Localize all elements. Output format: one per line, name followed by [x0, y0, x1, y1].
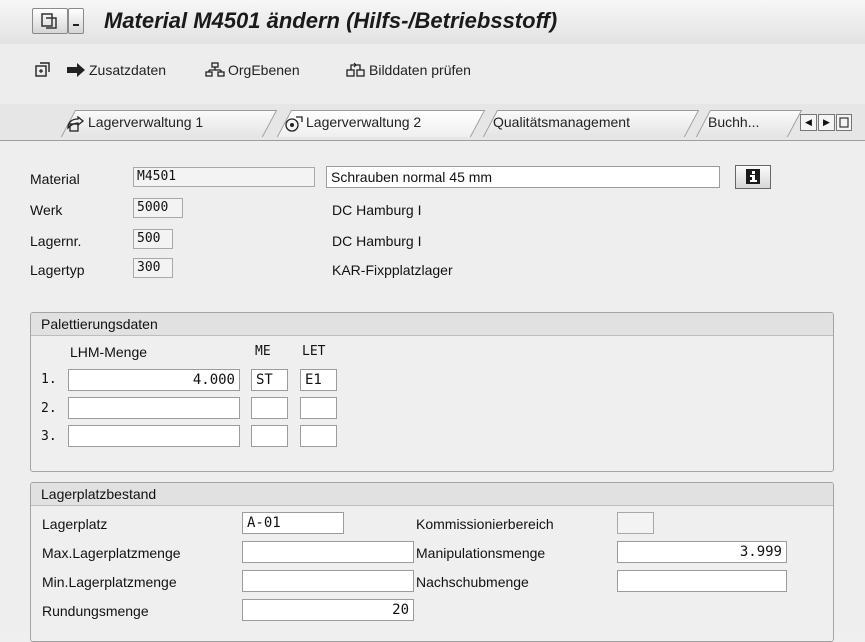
manipulationsmenge-label: Manipulationsmenge [416, 545, 546, 561]
me-input[interactable] [251, 397, 288, 419]
group-title: Lagerplatzbestand [31, 483, 833, 506]
werk-description: DC Hamburg I [332, 202, 422, 218]
let-input[interactable] [300, 425, 337, 447]
manipulationsmenge-input[interactable]: 3.999 [617, 541, 787, 563]
kommissionierbereich-label: Kommissionierbereich [416, 516, 554, 532]
max-lagerplatzmenge-input[interactable] [242, 541, 414, 563]
info-button[interactable] [735, 165, 771, 189]
rundungsmenge-label: Rundungsmenge [42, 603, 149, 619]
info-icon [746, 169, 760, 184]
nachschubmenge-label: Nachschubmenge [416, 574, 529, 590]
other-material-button[interactable] [34, 62, 55, 82]
check-screen-data-icon [346, 62, 365, 77]
let-input[interactable]: E1 [300, 369, 337, 391]
min-lagerplatzmenge-input[interactable] [242, 570, 414, 592]
lagernr-description: DC Hamburg I [332, 233, 422, 249]
system-menu-button[interactable] [32, 8, 68, 34]
tab-scroll-right-button[interactable]: ▶ [818, 114, 835, 131]
me-input[interactable] [251, 425, 288, 447]
rundungsmenge-input[interactable]: 20 [242, 599, 414, 621]
lagertyp-description: KAR-Fixpplatzlager [332, 262, 453, 278]
werk-value: 5000 [133, 198, 183, 218]
tab-icon-2 [284, 116, 304, 135]
lagertyp-label: Lagertyp [30, 262, 85, 278]
min-lagerplatzmenge-label: Min.Lagerplatzmenge [42, 574, 177, 590]
row-number: 1. [41, 372, 57, 387]
kommissionierbereich-field [617, 512, 654, 534]
me-input[interactable]: ST [251, 369, 288, 391]
tab-label: Qualitätsmanagement [493, 114, 630, 130]
max-lagerplatzmenge-label: Max.Lagerplatzmenge [42, 545, 181, 561]
lagernr-label: Lagernr. [30, 233, 82, 249]
nachschubmenge-input[interactable] [617, 570, 787, 592]
tab-page-icon [67, 115, 85, 132]
tab-scroll-left-button[interactable]: ◀ [800, 114, 817, 131]
orgebenen-button[interactable]: OrgEbenen [205, 62, 300, 82]
palettierungsdaten-group: Palettierungsdaten [30, 312, 834, 472]
zusatzdaten-button[interactable]: Zusatzdaten [66, 62, 166, 82]
tab-list-button[interactable] [836, 114, 852, 131]
window-dropdown-button[interactable] [68, 8, 84, 34]
column-header-me: ME [255, 344, 271, 359]
material-label: Material [30, 171, 80, 187]
tab-label: Lagerverwaltung 2 [306, 114, 422, 130]
group-title: Palettierungsdaten [31, 313, 833, 336]
tab-label: Lagerverwaltung 1 [88, 114, 204, 130]
row-number: 2. [41, 401, 57, 416]
lagertyp-value: 300 [133, 258, 173, 278]
lagerplatz-input[interactable]: A-01 [242, 512, 344, 534]
lhm-menge-input[interactable] [68, 425, 240, 447]
bilddaten-pruefen-button[interactable]: Bilddaten prüfen [346, 62, 471, 82]
bilddaten-label: Bilddaten prüfen [369, 62, 471, 78]
org-hierarchy-icon [205, 62, 225, 77]
system-menu-icon [41, 13, 57, 29]
triangle-right-icon: ▶ [823, 117, 830, 127]
dropdown-icon [73, 24, 79, 26]
tab-list-icon [839, 117, 849, 128]
werk-label: Werk [30, 202, 63, 218]
triangle-left-icon: ◀ [805, 117, 812, 127]
lagernr-value: 500 [133, 229, 173, 249]
tab-icon-1 [66, 115, 86, 135]
zusatzdaten-label: Zusatzdaten [89, 62, 167, 78]
column-header-lhm-menge: LHM-Menge [70, 344, 148, 360]
lagerplatz-label: Lagerplatz [42, 516, 108, 532]
material-description-field[interactable]: Schrauben normal 45 mm [326, 166, 720, 188]
row-number: 3. [41, 429, 57, 444]
lhm-menge-input[interactable]: 4.000 [68, 369, 240, 391]
tab-page-icon [285, 116, 303, 132]
page-title: Material M4501 ändern (Hilfs-/Betriebsst… [104, 8, 558, 33]
orgebenen-label: OrgEbenen [228, 62, 300, 78]
let-input[interactable] [300, 397, 337, 419]
arrow-right-icon [67, 63, 85, 77]
material-value: M4501 [133, 167, 315, 187]
tab-label: Buchh... [708, 114, 760, 130]
document-icon [35, 62, 50, 77]
lhm-menge-input[interactable] [68, 397, 240, 419]
column-header-let: LET [302, 344, 326, 359]
